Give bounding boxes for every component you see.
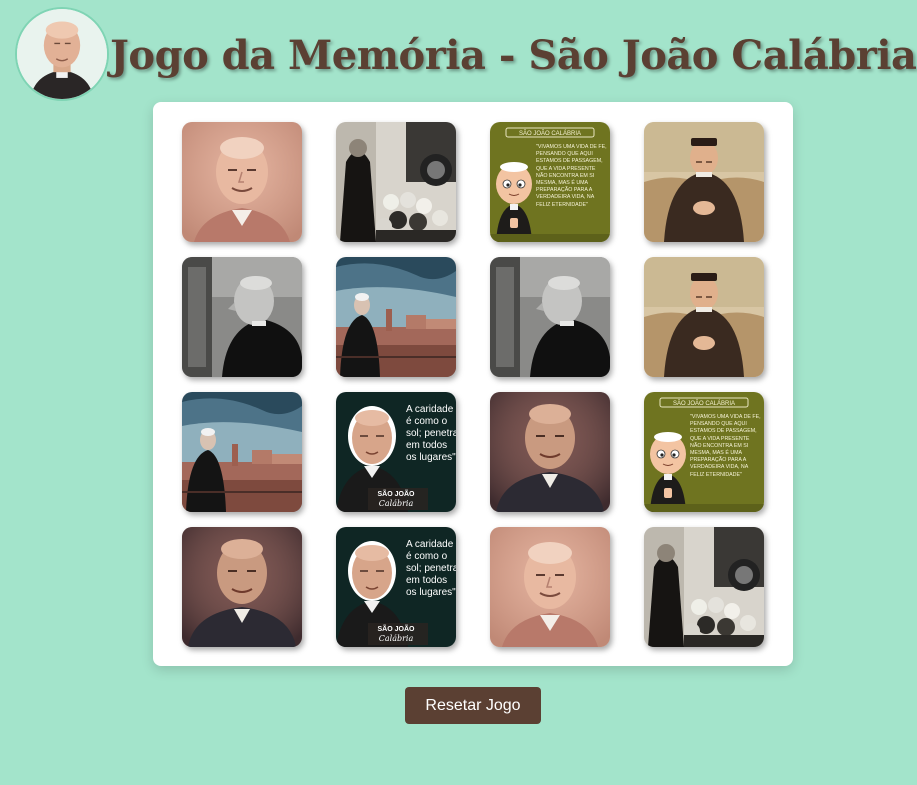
reset-button[interactable]: Resetar Jogo xyxy=(405,687,541,724)
card-image-cartoon-quote: SÃO JOÃO CALÁBRIA "VIVAMOS UMA VIDA DE F… xyxy=(490,122,610,242)
memory-card[interactable] xyxy=(644,527,764,647)
card-image-charity-quote: SÃO JOÃO Calábria A caridadeé como osol;… xyxy=(336,392,456,512)
portrait-icon xyxy=(15,7,109,101)
card-image-painting-hands xyxy=(644,122,764,242)
card-image-painting-hands xyxy=(644,257,764,377)
memory-card[interactable]: SÃO JOÃO Calábria A caridade é como o sol;… xyxy=(336,392,456,512)
svg-text:SÃO JOÃO: SÃO JOÃO xyxy=(378,624,416,633)
card-image-city-view xyxy=(182,392,302,512)
memory-card[interactable] xyxy=(182,122,302,242)
svg-text:SÃO JOÃO: SÃO JOÃO xyxy=(378,489,416,498)
card-image-crowd-photo xyxy=(336,122,456,242)
svg-text:Calábria: Calábria xyxy=(379,634,414,643)
memory-card[interactable] xyxy=(490,527,610,647)
card-image-crowd-photo xyxy=(644,527,764,647)
card-image-bw-profile xyxy=(490,257,610,377)
card-image-portrait-pink xyxy=(182,122,302,242)
svg-text:A caridade: A caridade xyxy=(406,539,454,550)
memory-card[interactable] xyxy=(490,257,610,377)
svg-text:sol; penetra: sol; penetra xyxy=(406,563,456,574)
card-image-portrait-dark xyxy=(182,527,302,647)
memory-card[interactable] xyxy=(336,257,456,377)
memory-card[interactable] xyxy=(182,257,302,377)
svg-text:os lugares": os lugares" xyxy=(406,452,456,463)
card-image-bw-profile xyxy=(182,257,302,377)
svg-text:é como o: é como o xyxy=(406,416,448,427)
card-image-portrait-pink xyxy=(490,527,610,647)
memory-card[interactable] xyxy=(644,257,764,377)
svg-text:em todos: em todos xyxy=(406,440,447,451)
memory-card[interactable]: SÃO JOÃO Calábria A caridade é como o sol;… xyxy=(336,527,456,647)
memory-card[interactable] xyxy=(336,122,456,242)
svg-text:A caridade: A caridade xyxy=(406,404,454,415)
card-image-charity-quote: SÃO JOÃO Calábria A caridadeé como osol;… xyxy=(336,527,456,647)
card-grid: SÃO JOÃO CALÁBRIA "VIVAMOS UMA VIDA DE F… xyxy=(182,122,764,647)
card-image-cartoon-quote: SÃO JOÃO CALÁBRIA "VIVAMOS UMA VIDA DE F… xyxy=(644,392,764,512)
memory-card[interactable] xyxy=(182,527,302,647)
svg-text:sol; penetra: sol; penetra xyxy=(406,428,456,439)
memory-card[interactable] xyxy=(182,392,302,512)
svg-text:SÃO JOÃO CALÁBRIA: SÃO JOÃO CALÁBRIA xyxy=(519,130,581,137)
header: Jogo da Memória - São João Calábria xyxy=(0,0,917,101)
svg-text:em todos: em todos xyxy=(406,575,447,586)
svg-text:é como o: é como o xyxy=(406,551,448,562)
card-image-city-view xyxy=(336,257,456,377)
card-image-portrait-dark xyxy=(490,392,610,512)
game-board: SÃO JOÃO CALÁBRIA "VIVAMOS UMA VIDA DE F… xyxy=(153,102,793,666)
memory-card[interactable] xyxy=(490,392,610,512)
svg-text:SÃO JOÃO CALÁBRIA: SÃO JOÃO CALÁBRIA xyxy=(673,400,735,407)
svg-text:os lugares": os lugares" xyxy=(406,587,456,598)
svg-text:Calábria: Calábria xyxy=(379,499,414,508)
memory-card[interactable] xyxy=(644,122,764,242)
memory-card[interactable]: SÃO JOÃO CALÁBRIA "VIVAMOS UMA VIDA DE F… xyxy=(644,392,764,512)
page-title: Jogo da Memória - São João Calábria xyxy=(110,32,917,79)
memory-card[interactable]: SÃO JOÃO CALÁBRIA "VIVAMOS UMA VIDA DE F… xyxy=(490,122,610,242)
